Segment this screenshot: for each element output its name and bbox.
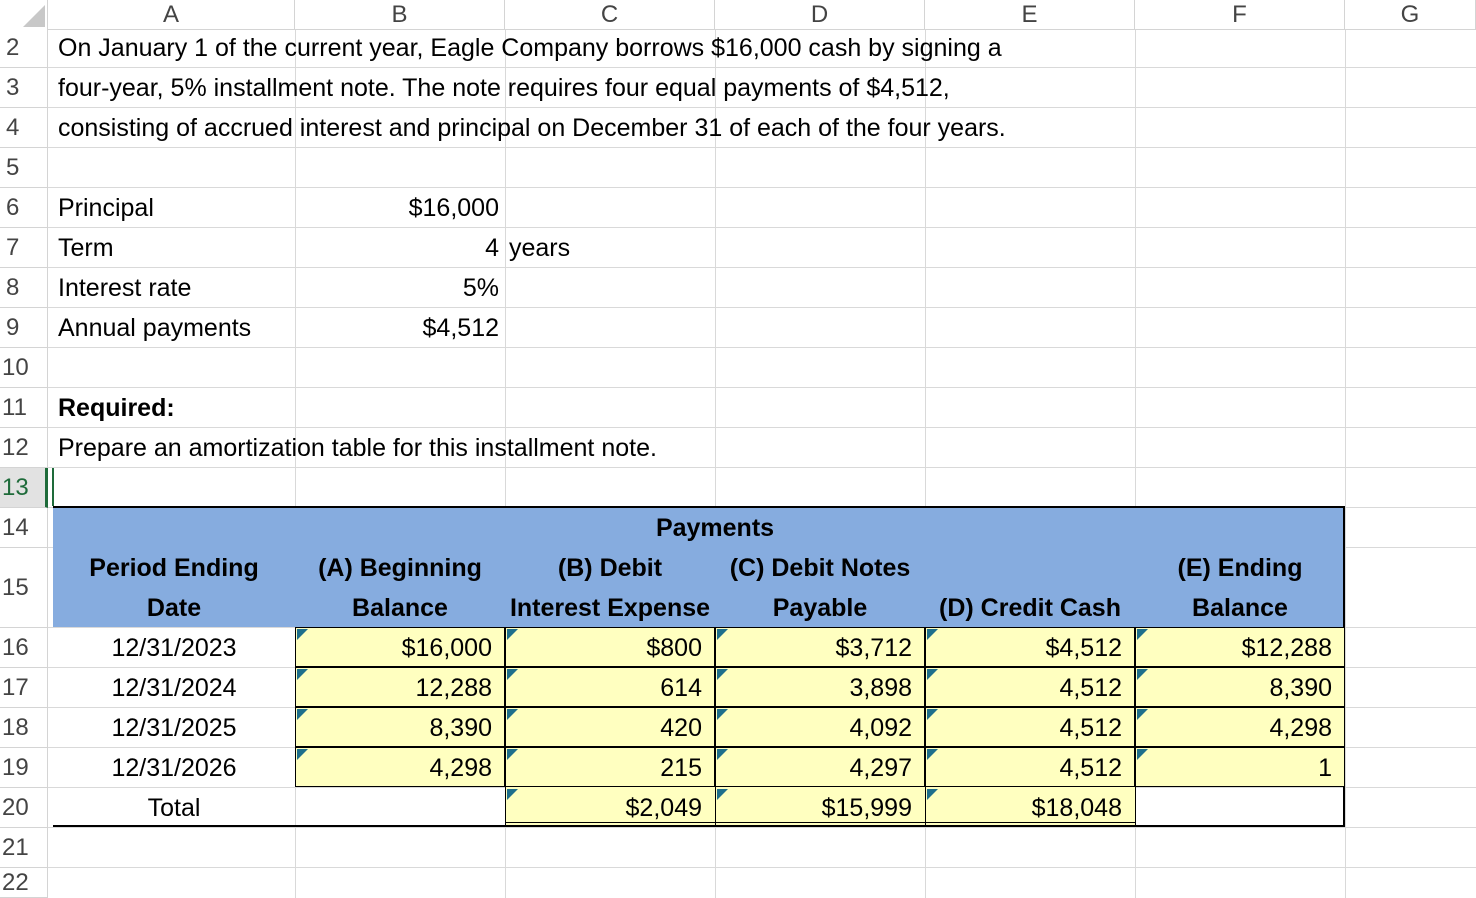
row-header[interactable]: 19 [0,748,48,788]
payment-label[interactable]: Annual payments [58,308,251,348]
cell-credit-cash[interactable]: 4,512 [925,708,1122,748]
header-notes-1[interactable]: (C) Debit Notes [715,548,925,588]
grid-row-line [48,187,1476,188]
header-notes-2[interactable]: Payable [715,588,925,628]
header-ending-1[interactable]: (E) Ending [1135,548,1345,588]
header-interest-1[interactable]: (B) Debit [505,548,715,588]
row-header[interactable]: 2 [0,28,48,68]
grid-row-line [48,347,1476,348]
header-period-2[interactable]: Date [53,588,295,628]
cell-credit-cash[interactable]: 4,512 [925,668,1122,708]
cell-credit-cash[interactable]: $4,512 [925,628,1122,668]
term-value[interactable]: 4 [295,228,499,268]
cell-notes-payable[interactable]: 3,898 [715,668,912,708]
intro-line-3[interactable]: consisting of accrued interest and princ… [58,108,1006,148]
select-all-icon [23,5,45,27]
cell-notes-payable[interactable]: 4,297 [715,748,912,788]
select-all-corner[interactable] [0,0,48,30]
cell-total-label[interactable]: Total [53,788,295,828]
cell-credit-cash[interactable]: 4,512 [925,748,1122,788]
row-header[interactable]: 4 [0,108,48,148]
term-unit[interactable]: years [509,228,570,268]
row-header[interactable]: 12 [0,428,48,468]
row-header[interactable]: 15 [0,548,48,628]
cell-interest-expense[interactable]: 614 [505,668,702,708]
total-double-underline [505,822,1135,823]
cell-ending-balance[interactable]: 8,390 [1135,668,1332,708]
row-header-selected[interactable]: 13 [0,468,48,508]
cell-beginning-balance[interactable]: $16,000 [295,628,492,668]
grid-row-line [48,387,1476,388]
column-header-e[interactable]: E [925,0,1135,30]
header-ending-2[interactable]: Balance [1135,588,1345,628]
header-period-1[interactable]: Period Ending [53,548,295,588]
row-header[interactable]: 22 [0,868,48,898]
row-header[interactable]: 20 [0,788,48,828]
cell-date[interactable]: 12/31/2023 [53,628,295,668]
intro-line-2[interactable]: four-year, 5% installment note. The note… [58,68,950,108]
row-header[interactable]: 11 [0,388,48,428]
cell-beginning-balance[interactable]: 4,298 [295,748,492,788]
grid-row-line [48,867,1476,868]
header-credit-cash[interactable]: (D) Credit Cash [925,588,1135,628]
column-header-g[interactable]: G [1345,0,1476,30]
row-header[interactable]: 3 [0,68,48,108]
table-bottom-border [53,825,1345,827]
principal-label[interactable]: Principal [58,188,154,228]
row-header[interactable]: 17 [0,668,48,708]
payment-value[interactable]: $4,512 [295,308,499,348]
spreadsheet: A B C D E F G 2 3 4 5 6 7 8 9 10 11 12 1… [0,0,1476,898]
cell-beginning-balance[interactable]: 12,288 [295,668,492,708]
row-header[interactable]: 7 [0,228,48,268]
column-header-c[interactable]: C [505,0,715,30]
grid-row-line [48,267,1476,268]
row-header[interactable]: 21 [0,828,48,868]
cell-ending-balance[interactable]: 1 [1135,748,1332,788]
principal-value[interactable]: $16,000 [295,188,499,228]
row-header[interactable]: 6 [0,188,48,228]
header-beginning-2[interactable]: Balance [295,588,505,628]
intro-line-1[interactable]: On January 1 of the current year, Eagle … [58,28,1002,68]
cell-ending-balance[interactable]: $12,288 [1135,628,1332,668]
cell-date[interactable]: 12/31/2024 [53,668,295,708]
column-header-a[interactable]: A [48,0,295,30]
row-header[interactable]: 9 [0,308,48,348]
row-header[interactable]: 16 [0,628,48,668]
active-cell-indicator [52,468,54,506]
row-header[interactable]: 5 [0,148,48,188]
column-header-f[interactable]: F [1135,0,1345,30]
row-header[interactable]: 14 [0,508,48,548]
header-beginning-1[interactable]: (A) Beginning [295,548,505,588]
cell-date[interactable]: 12/31/2026 [53,748,295,788]
rate-value[interactable]: 5% [295,268,499,308]
cell-interest-expense[interactable]: 215 [505,748,702,788]
column-header-b[interactable]: B [295,0,505,30]
column-header-d[interactable]: D [715,0,925,30]
cell-notes-payable[interactable]: $3,712 [715,628,912,668]
grid-row-line [48,227,1476,228]
grid-row-line [48,307,1476,308]
cell-date[interactable]: 12/31/2025 [53,708,295,748]
grid-col-line [1345,30,1346,898]
row-header[interactable]: 8 [0,268,48,308]
cell-interest-expense[interactable]: $800 [505,628,702,668]
header-interest-2[interactable]: Interest Expense [505,588,715,628]
cell-interest-expense[interactable]: 420 [505,708,702,748]
required-label[interactable]: Required: [58,388,175,428]
row-header[interactable]: 10 [0,348,48,388]
payments-header[interactable]: Payments [505,508,925,548]
cell-beginning-balance[interactable]: 8,390 [295,708,492,748]
cell-notes-payable[interactable]: 4,092 [715,708,912,748]
rate-label[interactable]: Interest rate [58,268,191,308]
term-label[interactable]: Term [58,228,114,268]
row-header[interactable]: 18 [0,708,48,748]
required-text[interactable]: Prepare an amortization table for this i… [58,428,657,468]
total-cell-border [1135,787,1136,827]
cell-ending-balance[interactable]: 4,298 [1135,708,1332,748]
